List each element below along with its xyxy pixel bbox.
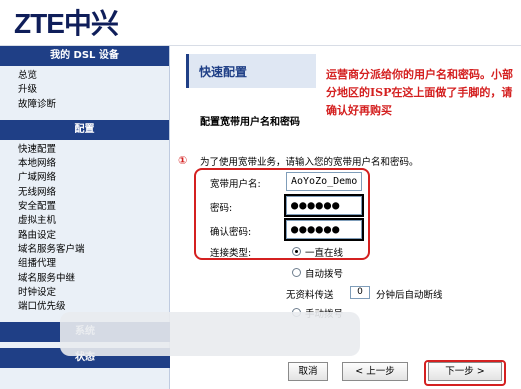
auto-disconnect-prefix: 无资料传送 (286, 290, 334, 301)
previous-button[interactable]: < 上一步 (342, 362, 408, 381)
sidebar-item-virtual-host[interactable]: 虚拟主机 (18, 214, 169, 228)
idle-minutes-input[interactable]: 0 (350, 286, 370, 299)
watermark-blur (60, 312, 360, 356)
sidebar-item-local-network[interactable]: 本地网络 (18, 157, 169, 171)
always-on-label: 一直在线 (305, 248, 344, 259)
sidebar-item-diagnostics[interactable]: 故障诊断 (18, 98, 169, 112)
auto-disconnect-suffix: 分钟后自动断线 (376, 290, 443, 301)
sidebar-item-multicast-proxy[interactable]: 组播代理 (18, 257, 169, 271)
sidebar-item-overview[interactable]: 总览 (18, 69, 169, 83)
sidebar-item-dns-client[interactable]: 域名服务客户端 (18, 243, 169, 257)
page-title: 快速配置 (199, 65, 248, 79)
password-field[interactable]: ●●●●●● (284, 194, 364, 217)
radio-always-on[interactable] (292, 247, 301, 256)
username-label: 宽带用户名: (210, 179, 261, 190)
next-button-highlight (424, 360, 506, 386)
step-marker: ① (178, 154, 188, 167)
confirm-password-label: 确认密码: (210, 227, 252, 238)
sidebar-section-config[interactable]: 配置 (0, 119, 169, 140)
header-bar: ZTE中兴 (0, 0, 521, 46)
sidebar-item-quick-config[interactable]: 快速配置 (18, 143, 169, 157)
sidebar-item-routing[interactable]: 路由设定 (18, 229, 169, 243)
page-title-bar: 快速配置 (186, 54, 316, 88)
annotation-note: 运营商分派给你的用户名和密码。小部分地区的ISP在这上面做了手脚的，请确认好再购… (326, 68, 513, 117)
radio-auto-dial[interactable] (292, 268, 301, 277)
sidebar-item-clock[interactable]: 时钟设定 (18, 286, 169, 300)
username-field[interactable]: AoYoZo_Demo (286, 172, 362, 191)
section-title: 配置宽带用户名和密码 (200, 117, 300, 128)
zte-logo: ZTE中兴 (14, 8, 119, 39)
sidebar-item-wireless[interactable]: 无线网络 (18, 186, 169, 200)
sidebar-item-wan[interactable]: 广域网络 (18, 171, 169, 185)
sidebar-item-dns-relay[interactable]: 域名服务中继 (18, 272, 169, 286)
confirm-password-field[interactable]: ●●●●●● (284, 218, 364, 241)
connection-type-label: 连接类型: (210, 248, 252, 259)
password-label: 密码: (210, 203, 233, 214)
sidebar-list-config: 快速配置 本地网络 广域网络 无线网络 安全配置 虚拟主机 路由设定 域名服务客… (0, 140, 169, 318)
auto-dial-label: 自动拨号 (305, 269, 344, 280)
sidebar-item-security[interactable]: 安全配置 (18, 200, 169, 214)
sidebar-list-device: 总览 升级 故障诊断 (0, 66, 169, 115)
intro-text: 为了使用宽带业务，请输入您的宽带用户名和密码。 (200, 157, 419, 168)
sidebar-item-upgrade[interactable]: 升级 (18, 83, 169, 97)
sidebar-section-my-dsl-device[interactable]: 我的 DSL 设备 (0, 46, 169, 66)
cancel-button[interactable]: 取消 (288, 362, 328, 381)
